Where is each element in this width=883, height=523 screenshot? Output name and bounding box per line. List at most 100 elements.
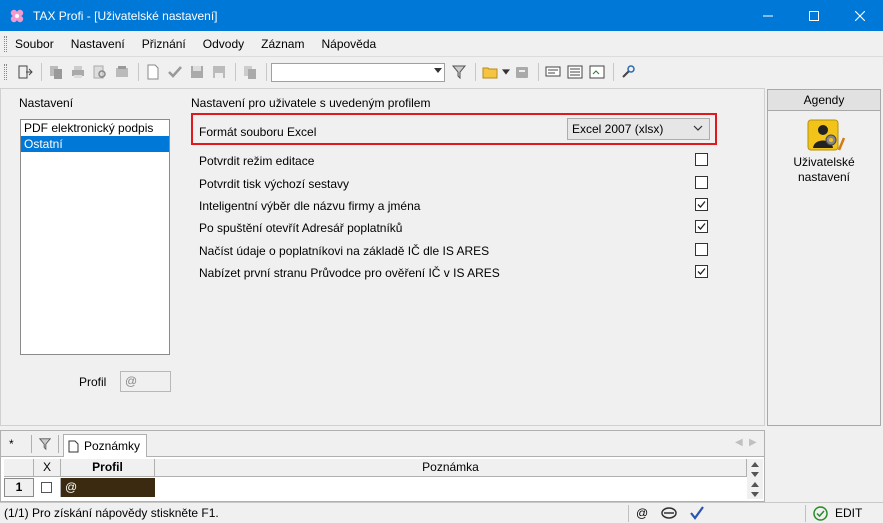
option-label: Potvrdit tisk výchozí sestavy — [199, 177, 350, 191]
menu-napoveda[interactable]: Nápověda — [321, 37, 376, 51]
tab-notes[interactable]: Poznámky — [63, 434, 148, 457]
status-bar: (1/1) Pro získání nápovědy stiskněte F1.… — [0, 502, 883, 523]
checkmark-icon — [697, 223, 706, 230]
menu-odvody[interactable]: Odvody — [203, 37, 244, 51]
toolbar-separator — [266, 63, 267, 81]
filter-button[interactable] — [449, 62, 469, 82]
row-number[interactable]: 1 — [4, 478, 34, 497]
menu-soubor[interactable]: Soubor — [15, 37, 54, 51]
new-row-tab[interactable]: * — [9, 437, 14, 451]
checkmark-icon — [697, 201, 706, 208]
toolbar-separator — [41, 63, 42, 81]
tab-separator — [58, 435, 59, 453]
tab-scroll-left[interactable]: ◀ — [735, 437, 743, 448]
form-icon — [589, 65, 605, 79]
archive-button[interactable] — [512, 62, 532, 82]
option-label: Inteligentní výběr dle názvu firmy a jmé… — [199, 199, 421, 213]
profile-field: @ — [120, 371, 171, 392]
copy-record-button[interactable] — [46, 62, 66, 82]
agendy-item-user-settings[interactable]: Uživatelské nastavení — [768, 155, 880, 185]
close-button[interactable] — [837, 0, 883, 31]
maximize-button[interactable] — [791, 0, 837, 31]
status-ok-icon — [813, 506, 828, 521]
toolbar-grip[interactable] — [4, 64, 7, 80]
option-checkbox[interactable] — [695, 220, 708, 233]
folder-dropdown[interactable] — [502, 62, 510, 82]
option-checkbox[interactable] — [695, 265, 708, 278]
row-poznamka-cell[interactable] — [155, 478, 747, 497]
search-combo[interactable] — [271, 62, 445, 82]
grid-corner — [4, 459, 34, 477]
excel-format-select[interactable]: Excel 2007 (xlsx) — [567, 118, 710, 140]
option-checkbox[interactable] — [695, 176, 708, 189]
save-all-icon — [213, 66, 225, 78]
row-checkbox-cell — [34, 478, 61, 497]
settings-item-other[interactable]: Ostatní — [21, 136, 169, 152]
row-checkbox[interactable] — [41, 482, 52, 493]
new-record-button[interactable] — [143, 62, 163, 82]
tab-notes-label: Poznámky — [84, 439, 141, 453]
option-confirm-edit-mode: Potvrdit režim editace — [199, 151, 714, 171]
column-header-profil[interactable]: Profil — [61, 459, 155, 477]
chevron-down-icon — [434, 67, 442, 73]
settings-panel-title: Nastavení pro uživatele s uvedeným profi… — [191, 96, 431, 110]
minimize-icon — [763, 15, 773, 16]
tab-scroll-right[interactable]: ▶ — [749, 437, 757, 448]
option-checkbox[interactable] — [695, 153, 708, 166]
save-all-button[interactable] — [209, 62, 229, 82]
export-icon — [116, 66, 128, 77]
option-intelligent-selection: Inteligentní výběr dle názvu firmy a jmé… — [199, 196, 714, 216]
scroll-up-icon[interactable] — [747, 479, 763, 489]
scroll-up-icon[interactable] — [747, 459, 763, 469]
column-header-poznamka[interactable]: Poznámka — [155, 459, 747, 477]
status-separator — [805, 505, 806, 522]
wrench-icon — [622, 65, 635, 78]
exit-button[interactable] — [15, 62, 35, 82]
option-offer-ares-wizard: Nabízet první stranu Průvodce pro ověřen… — [199, 263, 714, 283]
menu-zaznam[interactable]: Záznam — [261, 37, 304, 51]
profile-label: Profil — [79, 375, 107, 389]
save-button[interactable] — [187, 62, 207, 82]
menu-grip[interactable] — [4, 35, 7, 52]
print-button[interactable] — [68, 62, 88, 82]
settings-item-pdf-signature[interactable]: PDF elektronický podpis — [21, 120, 169, 136]
option-checkbox[interactable] — [695, 198, 708, 211]
list-view-button[interactable] — [565, 62, 585, 82]
column-header-x[interactable]: X — [34, 459, 61, 477]
settings-category-list[interactable]: PDF elektronický podpis Ostatní — [20, 119, 170, 355]
row-profil-cell[interactable]: @ — [61, 478, 155, 497]
duplicate-button[interactable] — [240, 62, 260, 82]
filter-icon[interactable] — [38, 437, 52, 451]
open-folder-button[interactable] — [480, 62, 500, 82]
option-open-taxpayer-directory: Po spuštění otevřít Adresář poplatníků — [199, 218, 714, 238]
export-button[interactable] — [112, 62, 132, 82]
user-settings-icon[interactable] — [806, 118, 846, 154]
toolbar-separator — [138, 63, 139, 81]
menu-priznani[interactable]: Přiznání — [142, 37, 186, 51]
settings-area: Nastavení PDF elektronický podpis Ostatn… — [0, 88, 765, 426]
duplicate-icon — [244, 66, 256, 79]
scroll-down-icon[interactable] — [747, 489, 763, 499]
settings-list-title: Nastavení — [19, 96, 74, 110]
edit-mode-indicator: EDIT — [835, 506, 863, 520]
form-view-button[interactable] — [587, 62, 607, 82]
connection-icon — [661, 507, 677, 519]
scroll-down-icon[interactable] — [747, 469, 763, 479]
option-confirm-default-print: Potvrdit tisk výchozí sestavy — [199, 174, 714, 194]
print-preview-button[interactable] — [90, 62, 110, 82]
tools-button[interactable] — [618, 62, 638, 82]
confirm-button[interactable] — [165, 62, 185, 82]
agendy-header[interactable]: Agendy — [768, 90, 880, 111]
print-preview-icon — [93, 65, 106, 79]
toolbar-separator — [475, 63, 476, 81]
toolbar-separator — [613, 63, 614, 81]
minimize-button[interactable] — [745, 0, 791, 31]
status-text: (1/1) Pro získání nápovědy stiskněte F1. — [4, 506, 219, 520]
option-label: Načíst údaje o poplatníkovi na základě I… — [199, 244, 490, 258]
option-checkbox[interactable] — [695, 243, 708, 256]
toolbar-separator — [235, 63, 236, 81]
checkmark-icon — [697, 268, 706, 275]
menu-nastaveni[interactable]: Nastavení — [71, 37, 125, 51]
vertical-scrollbar[interactable] — [747, 459, 763, 499]
message-button[interactable] — [543, 62, 563, 82]
